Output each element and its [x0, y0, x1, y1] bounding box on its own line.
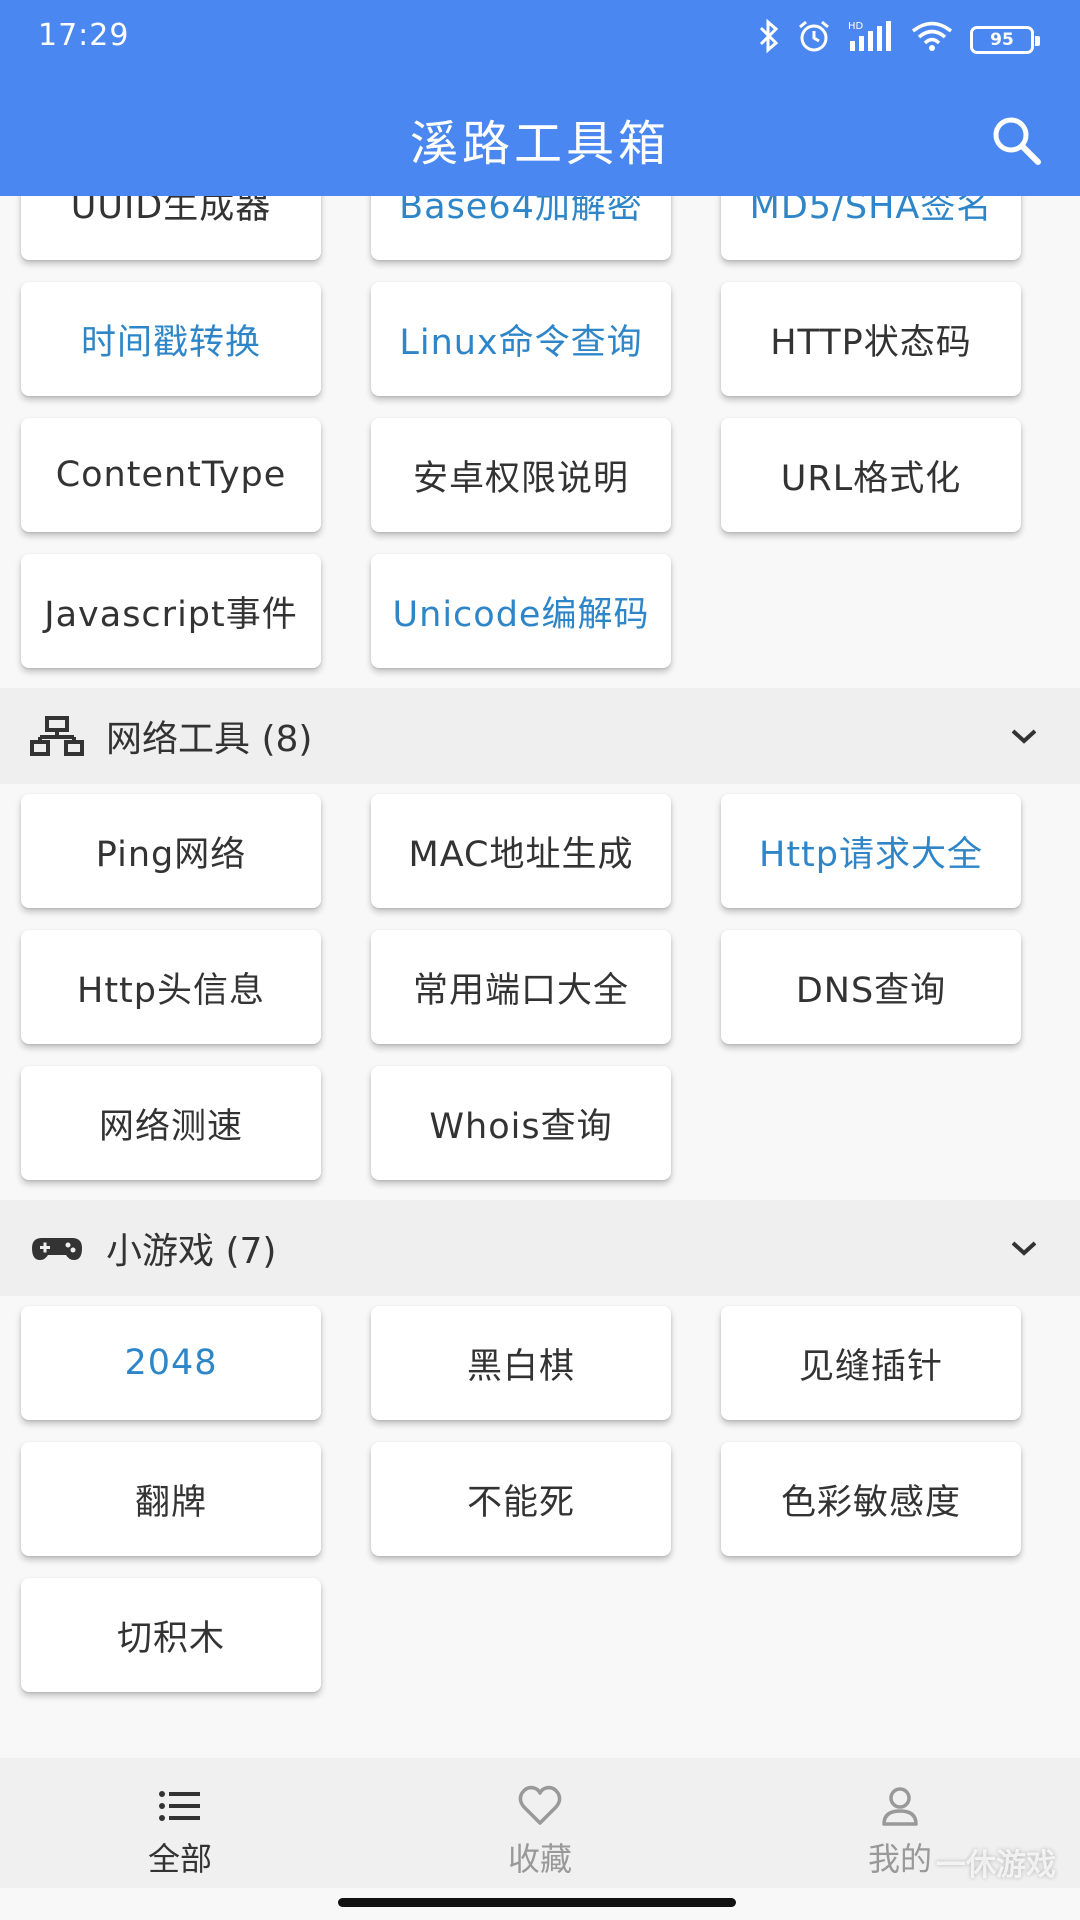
app-title: 溪路工具箱 — [409, 116, 670, 172]
status-icons: HD 95 — [758, 18, 1040, 62]
watermark-logo: 一休游戏 — [936, 1848, 1056, 1883]
home-indicator[interactable] — [338, 1898, 736, 1907]
tile-card-flip[interactable]: 翻牌 — [21, 1442, 321, 1556]
tile-common-ports[interactable]: 常用端口大全 — [371, 930, 671, 1044]
tile-md5-sha[interactable]: MD5/SHA签名 — [721, 196, 1021, 260]
section-title: 小游戏 (7) — [106, 1231, 277, 1272]
nav-favorites[interactable]: 收藏 — [360, 1758, 720, 1888]
section-mini-games[interactable]: 小游戏 (7) — [0, 1200, 1080, 1296]
wifi-icon — [910, 20, 954, 60]
battery-indicator: 95 — [970, 26, 1040, 54]
tile-cut-blocks[interactable]: 切积木 — [21, 1578, 321, 1692]
tile-dns-lookup[interactable]: DNS查询 — [721, 930, 1021, 1044]
nav-label: 收藏 — [507, 1840, 572, 1878]
tile-http-status[interactable]: HTTP状态码 — [721, 282, 1021, 396]
tile-uuid-generator[interactable]: UUID生成器 — [21, 196, 321, 260]
nav-label: 全部 — [147, 1840, 212, 1878]
tile-color-sensitivity[interactable]: 色彩敏感度 — [721, 1442, 1021, 1556]
section-title: 网络工具 (8) — [106, 719, 313, 760]
tile-javascript-events[interactable]: Javascript事件 — [21, 554, 321, 668]
bluetooth-icon — [758, 18, 780, 61]
nav-all[interactable]: 全部 — [0, 1758, 360, 1888]
chevron-down-icon — [1011, 1241, 1037, 1256]
tile-content-type[interactable]: ContentType — [21, 418, 321, 532]
tile-2048[interactable]: 2048 — [21, 1306, 321, 1420]
tile-dont-die[interactable]: 不能死 — [371, 1442, 671, 1556]
search-button[interactable] — [988, 112, 1044, 168]
search-icon — [993, 117, 1041, 165]
tile-whois[interactable]: Whois查询 — [371, 1066, 671, 1180]
tool-list[interactable]: UUID生成器 Base64加解密 MD5/SHA签名 时间戳转换 Linux命… — [0, 196, 1080, 1758]
heart-icon — [518, 1785, 562, 1825]
tile-speed-test[interactable]: 网络测速 — [21, 1066, 321, 1180]
mini-games-grid: 2048 黑白棋 见缝插针 翻牌 不能死 色彩敏感度 切积木 — [0, 1296, 1080, 1712]
tile-pin-insert[interactable]: 见缝插针 — [721, 1306, 1021, 1420]
chevron-down-icon — [1011, 729, 1037, 744]
network-icon — [30, 716, 84, 756]
tile-android-permissions[interactable]: 安卓权限说明 — [371, 418, 671, 532]
tile-mac-address[interactable]: MAC地址生成 — [371, 794, 671, 908]
status-bar: 17:29 HD 95 — [0, 0, 1080, 80]
tile-timestamp[interactable]: 时间戳转换 — [21, 282, 321, 396]
tile-http-requests[interactable]: Http请求大全 — [721, 794, 1021, 908]
dev-tools-grid: UUID生成器 Base64加解密 MD5/SHA签名 时间戳转换 Linux命… — [0, 196, 1080, 688]
tile-linux-commands[interactable]: Linux命令查询 — [371, 282, 671, 396]
status-time: 17:29 — [38, 18, 130, 53]
signal-icon: HD — [848, 19, 894, 61]
tile-reversi[interactable]: 黑白棋 — [371, 1306, 671, 1420]
list-icon — [159, 1791, 200, 1821]
tile-base64[interactable]: Base64加解密 — [371, 196, 671, 260]
network-type-label: HD — [848, 21, 864, 32]
tile-http-headers[interactable]: Http头信息 — [21, 930, 321, 1044]
tile-ping[interactable]: Ping网络 — [21, 794, 321, 908]
network-tools-grid: Ping网络 MAC地址生成 Http请求大全 Http头信息 常用端口大全 D… — [0, 784, 1080, 1200]
alarm-icon — [796, 18, 832, 62]
tile-unicode[interactable]: Unicode编解码 — [371, 554, 671, 668]
section-network-tools[interactable]: 网络工具 (8) — [0, 688, 1080, 784]
bottom-navigation: 全部 收藏 我的 — [0, 1758, 1080, 1888]
gamepad-icon — [32, 1238, 82, 1260]
app-header: 17:29 HD 95 溪路工具箱 — [0, 0, 1080, 196]
tile-url-format[interactable]: URL格式化 — [721, 418, 1021, 532]
person-icon — [882, 1787, 918, 1826]
